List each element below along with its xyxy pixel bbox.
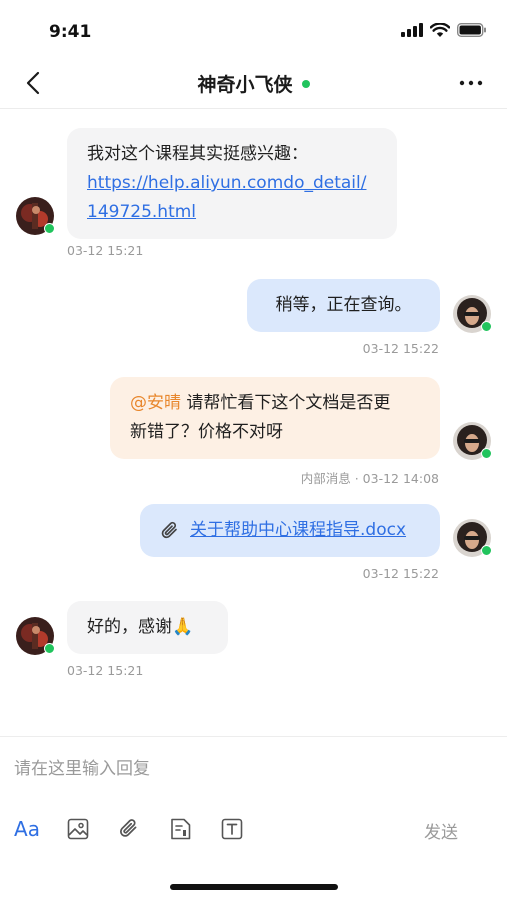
image-icon[interactable] xyxy=(65,816,91,842)
home-indicator[interactable] xyxy=(170,884,338,890)
more-options-button[interactable] xyxy=(453,68,489,98)
message-timestamp: 03-12 15:22 xyxy=(362,566,439,581)
meta-separator: · xyxy=(354,471,359,486)
online-status-dot xyxy=(44,223,55,234)
text-box-icon[interactable] xyxy=(219,816,245,842)
online-status-dot xyxy=(481,545,492,556)
message-text: 稍等，正在查询。 xyxy=(275,295,412,315)
agent-avatar[interactable] xyxy=(453,422,492,460)
online-status-dot xyxy=(44,643,55,654)
message-link[interactable]: 149725.html xyxy=(87,198,377,227)
online-status-dot xyxy=(481,448,492,459)
contact-avatar[interactable] xyxy=(16,197,55,235)
composer-divider xyxy=(0,736,507,737)
message-bubble[interactable]: 稍等，正在查询。 xyxy=(247,279,440,332)
online-status-dot xyxy=(481,321,492,332)
font-format-icon[interactable]: Aa xyxy=(14,816,40,842)
agent-avatar[interactable] xyxy=(453,519,492,557)
message-bubble[interactable]: 我对这个课程其实挺感兴趣： https://help.aliyun.comdo_… xyxy=(67,128,397,239)
internal-message-bubble[interactable]: @安晴 请帮忙看下这个文档是否更 新错了？价格不对呀 xyxy=(110,377,440,459)
battery-icon xyxy=(457,23,486,37)
message-bubble[interactable]: 好的，感谢🙏 xyxy=(67,601,228,654)
contact-name: 神奇小飞侠 xyxy=(197,74,293,96)
message-timestamp: 03-12 15:21 xyxy=(67,663,144,678)
message-text: 好的，感谢🙏 xyxy=(87,617,194,637)
template-icon[interactable] xyxy=(167,816,193,842)
message-timestamp: 03-12 14:08 xyxy=(362,471,439,486)
cellular-signal-icon xyxy=(401,23,423,37)
status-icons xyxy=(401,20,487,40)
message-text: 新错了？价格不对呀 xyxy=(130,422,283,442)
message-link[interactable]: https://help.aliyun.comdo_detail/ xyxy=(87,169,377,198)
font-format-label: Aa xyxy=(14,817,40,841)
online-status-dot xyxy=(301,80,310,88)
internal-label: 内部消息 xyxy=(300,471,351,486)
mention-tag[interactable]: @安晴 xyxy=(130,393,181,413)
title-wrap: 神奇小飞侠 xyxy=(0,70,507,97)
contact-avatar[interactable] xyxy=(16,617,55,655)
file-link[interactable]: 关于帮助中心课程指导.docx xyxy=(190,516,406,545)
attachment-icon[interactable] xyxy=(116,816,142,842)
more-dots-icon xyxy=(459,80,483,86)
status-time: 9:41 xyxy=(49,22,92,42)
message-text: 请帮忙看下这个文档是否更 xyxy=(181,393,391,413)
file-message-bubble[interactable]: 关于帮助中心课程指导.docx xyxy=(140,504,440,557)
status-bar: 9:41 xyxy=(0,0,507,56)
send-button[interactable]: 发送 xyxy=(424,818,458,843)
message-timestamp: 03-12 15:22 xyxy=(362,341,439,356)
attachment-icon xyxy=(161,521,177,538)
agent-avatar[interactable] xyxy=(453,295,492,333)
message-text: 我对这个课程其实挺感兴趣： xyxy=(87,144,308,164)
chat-header: 神奇小飞侠 xyxy=(0,56,507,109)
reply-input[interactable] xyxy=(14,756,484,782)
message-timestamp: 03-12 15:21 xyxy=(67,243,144,258)
message-meta: 内部消息 · 03-12 14:08 xyxy=(301,468,439,487)
wifi-icon xyxy=(430,22,450,37)
